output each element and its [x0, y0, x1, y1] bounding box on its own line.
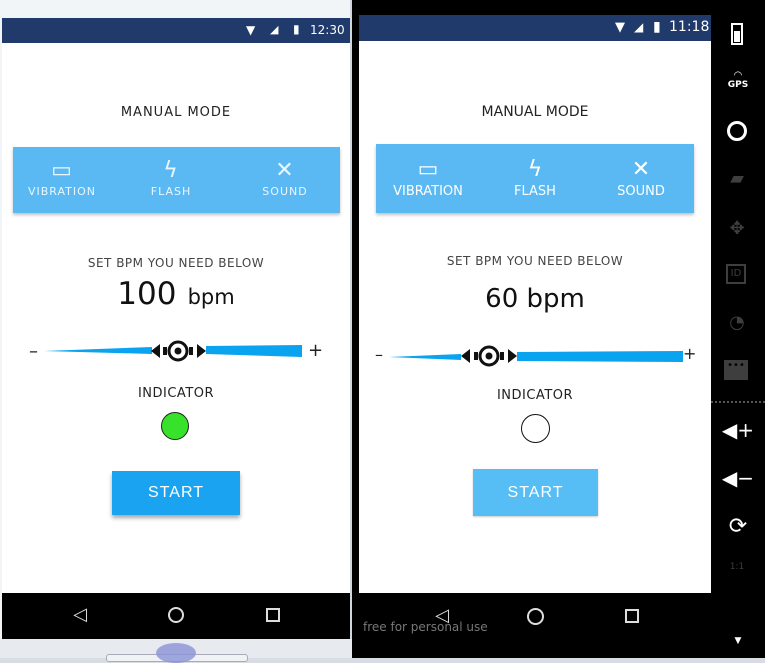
launcher-orb-icon: [156, 643, 196, 663]
slider-track-left: [389, 354, 461, 360]
left-nav-bar: ◁: [2, 593, 350, 639]
battery-icon[interactable]: [728, 23, 746, 47]
right-app-screen: MANUAL MODE ▭ VIBRATION ϟ FLASH ✕ SOUND …: [359, 41, 711, 593]
page-title: MANUAL MODE: [120, 105, 232, 120]
tab-flash[interactable]: ϟ FLASH: [126, 157, 216, 198]
tab-label: SOUND: [262, 185, 308, 198]
watermark-text: free for personal use: [363, 620, 488, 634]
gps-signal-icon: ◠: [733, 70, 743, 81]
left-app-screen: MANUAL MODE ▭ VIBRATION ϟ FLASH ✕ SOUND …: [2, 43, 350, 593]
bpm-value: 100: [117, 276, 177, 312]
decrease-bpm-button[interactable]: –: [29, 341, 38, 362]
tab-vibration[interactable]: ▭ VIBRATION: [378, 156, 478, 199]
gps-button[interactable]: ◠ GPS: [718, 70, 758, 91]
tab-vibration[interactable]: ▭ VIBRATION: [17, 157, 107, 198]
sms-icon[interactable]: •••: [724, 360, 748, 380]
cast-icon[interactable]: ◔: [722, 312, 752, 333]
left-status-bar: ▼ ◢ ▮ 12:30: [2, 18, 350, 43]
gps-label: GPS: [727, 80, 749, 90]
tab-flash[interactable]: ϟ FLASH: [485, 156, 585, 199]
slider-track-right: [517, 351, 683, 362]
bpm-unit: bpm: [187, 285, 235, 309]
sound-muted-icon: ✕: [275, 158, 295, 183]
wifi-icon: ▼: [246, 23, 256, 37]
tab-label: VIBRATION: [393, 184, 463, 199]
flash-icon: ϟ: [163, 158, 179, 183]
mode-tab-bar: ▭ VIBRATION ϟ FLASH ✕ SOUND: [13, 147, 340, 213]
wifi-icon: ▼: [615, 20, 625, 35]
tab-label: FLASH: [150, 185, 192, 198]
indicator-label: INDICATOR: [137, 386, 215, 401]
sound-muted-icon: ✕: [631, 157, 651, 182]
bpm-display: 60 bpm: [485, 284, 585, 314]
battery-icon: ▮: [293, 22, 300, 36]
battery-charging-icon: ▮: [653, 19, 661, 35]
recents-button[interactable]: [625, 609, 639, 623]
indicator-label: INDICATOR: [496, 388, 574, 403]
emulator-sidebar: ◠ GPS ▰ ✥ ID ◔ ••• ◀+ ◀− ⟳ 1:1 ▼: [711, 0, 765, 658]
chevron-down-icon[interactable]: ▼: [729, 636, 747, 646]
device-id-icon[interactable]: ID: [726, 264, 746, 284]
right-status-bar: ▼ ◢ ▮ 11:18: [359, 15, 711, 41]
slider-thumb-icon[interactable]: [461, 345, 517, 367]
vibration-icon: ▭: [51, 158, 73, 183]
tab-label: SOUND: [617, 184, 665, 199]
home-button[interactable]: [168, 607, 184, 623]
sidebar-divider: [711, 401, 765, 403]
decrease-bpm-button[interactable]: –: [375, 345, 383, 364]
signal-icon: ◢: [634, 20, 644, 34]
signal-icon: ◢: [270, 23, 279, 36]
volume-down-icon[interactable]: ◀−: [720, 466, 756, 490]
mode-tab-bar: ▭ VIBRATION ϟ FLASH ✕ SOUND: [376, 144, 694, 213]
dpad-icon[interactable]: ✥: [722, 218, 752, 239]
camera-icon[interactable]: [727, 121, 747, 141]
rotate-icon[interactable]: ⟳: [724, 514, 752, 539]
bpm-slider[interactable]: [389, 345, 683, 367]
bpm-slider[interactable]: [44, 340, 302, 362]
tab-sound[interactable]: ✕ SOUND: [240, 157, 330, 198]
bpm-display: 100 bpm: [2, 276, 350, 316]
vibration-icon: ▭: [417, 157, 439, 182]
start-button[interactable]: START: [112, 471, 240, 515]
tab-label: VIBRATION: [27, 185, 97, 198]
volume-up-icon[interactable]: ◀+: [720, 418, 756, 442]
left-device: ▼ ◢ ▮ 12:30 MANUAL MODE ▭ VIBRATION ϟ FL…: [0, 0, 352, 663]
tab-label: FLASH: [514, 184, 556, 199]
increase-bpm-button[interactable]: +: [308, 340, 323, 361]
recents-button[interactable]: [266, 608, 280, 622]
window-bottom-strip: [0, 639, 352, 663]
start-button[interactable]: START: [473, 469, 598, 516]
slider-track-left: [44, 347, 152, 354]
status-time: 11:18: [669, 19, 710, 35]
home-button[interactable]: [527, 608, 544, 625]
set-bpm-label: SET BPM YOU NEED BELOW: [87, 256, 265, 270]
right-device: ▼ ◢ ▮ 11:18 MANUAL MODE ▭ VIBRATION ϟ FL…: [352, 0, 765, 658]
tab-sound[interactable]: ✕ SOUND: [591, 156, 691, 199]
status-time: 12:30: [310, 23, 345, 37]
indicator-light: [161, 412, 189, 440]
slider-track-right: [206, 345, 302, 357]
slider-thumb-icon[interactable]: [151, 340, 206, 362]
page-title: MANUAL MODE: [481, 104, 589, 120]
back-button[interactable]: ◁: [68, 604, 92, 625]
scale-ratio-icon[interactable]: 1:1: [722, 562, 752, 572]
indicator-light: [521, 414, 550, 443]
right-nav-bar: ◁ free for personal use: [359, 593, 711, 641]
set-bpm-label: SET BPM YOU NEED BELOW: [446, 254, 624, 268]
flash-icon: ϟ: [527, 157, 543, 182]
media-icon[interactable]: ▰: [722, 168, 752, 189]
increase-bpm-button[interactable]: +: [683, 344, 696, 363]
